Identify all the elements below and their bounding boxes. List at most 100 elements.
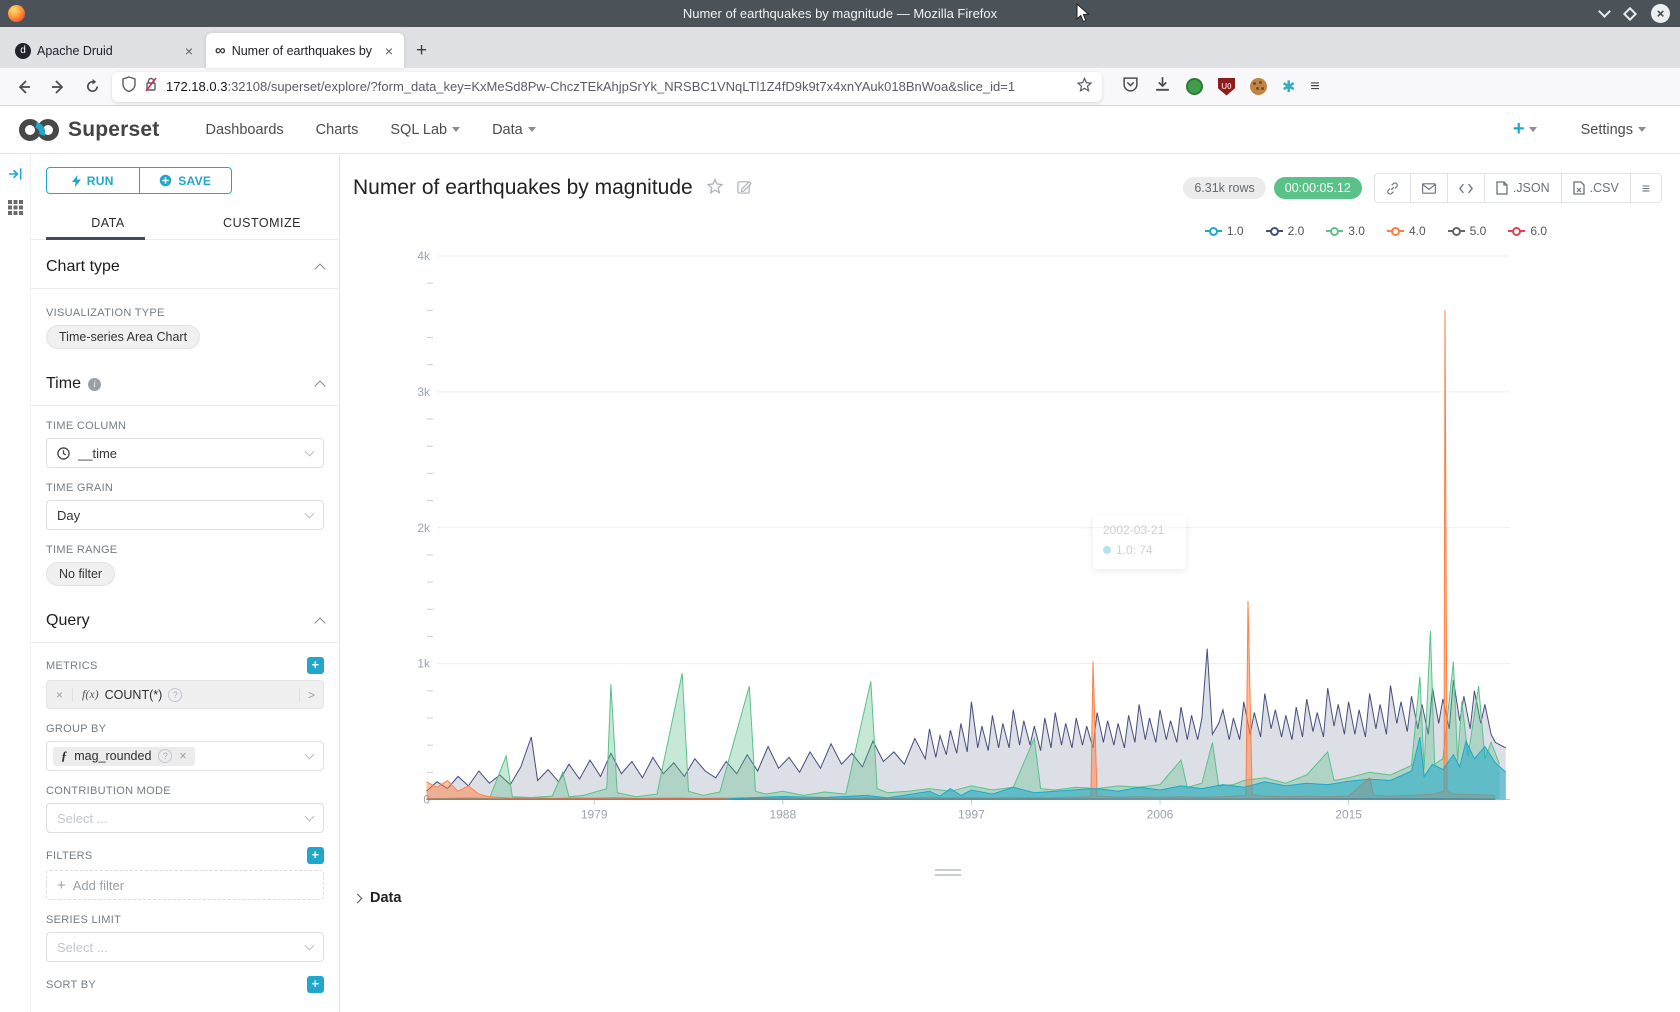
tab-customize[interactable]: CUSTOMIZE [185, 208, 339, 239]
export-csv-button[interactable]: .CSV [1562, 174, 1631, 202]
groupby-pill[interactable]: ƒ mag_rounded ? × [53, 747, 195, 766]
tab-close-icon[interactable]: × [183, 43, 195, 59]
viz-type-label: VISUALIZATION TYPE [46, 307, 324, 319]
maximize-icon[interactable] [1623, 6, 1637, 20]
svg-text:1k: 1k [417, 657, 431, 671]
nav-charts[interactable]: Charts [316, 122, 359, 138]
query-timer-badge: 00:00:05.12 [1274, 177, 1362, 199]
metric-value: COUNT(*) [105, 688, 163, 702]
expand-metric-icon[interactable]: > [299, 688, 323, 702]
chevron-right-icon [353, 893, 363, 903]
new-tab-button[interactable]: + [406, 40, 437, 68]
legend-marker-icon [1326, 227, 1343, 236]
add-filter-button[interactable]: + [307, 847, 324, 864]
section-time[interactable]: Time i [46, 349, 324, 405]
pocket-icon[interactable] [1122, 76, 1139, 98]
panel-resize-handle[interactable] [935, 866, 961, 879]
favorite-star-icon[interactable] [707, 178, 723, 198]
url-text[interactable]: 172.18.0.3:32108/superset/explore/?form_… [166, 79, 1069, 94]
tooltip-series-dot [1103, 546, 1111, 554]
data-panel-toggle[interactable]: Data [354, 890, 401, 906]
dataset-grid-icon[interactable] [8, 200, 23, 220]
ghostery-extension-icon[interactable] [1186, 78, 1203, 95]
chart-menu-button[interactable]: ≡ [1631, 174, 1661, 202]
cookie-extension-icon[interactable] [1250, 78, 1267, 95]
groupby-select[interactable]: ƒ mag_rounded ? × [46, 741, 324, 771]
window-title: Numer of earthquakes by magnitude — Mozi… [0, 6, 1680, 21]
time-column-select[interactable]: __time [46, 438, 324, 468]
save-label: SAVE [178, 174, 211, 188]
time-range-pill[interactable]: No filter [46, 562, 115, 586]
time-grain-select[interactable]: Day [46, 500, 324, 530]
svg-text:1979: 1979 [581, 808, 608, 822]
caret-down-icon [528, 127, 536, 132]
minimize-icon[interactable] [1598, 5, 1611, 18]
edit-pencil-icon[interactable] [737, 179, 752, 198]
legend-item[interactable]: 6.0 [1508, 224, 1547, 238]
ublock-extension-icon[interactable]: U0 [1218, 78, 1235, 96]
clock-icon [57, 447, 70, 460]
close-icon[interactable]: × [1651, 4, 1670, 23]
legend-marker-icon [1266, 227, 1283, 236]
caret-down-icon [452, 127, 460, 132]
back-button[interactable] [10, 73, 38, 101]
contribution-mode-select[interactable]: Select ... [46, 803, 324, 833]
bookmark-star-icon[interactable] [1077, 77, 1092, 97]
legend-item[interactable]: 4.0 [1387, 224, 1426, 238]
help-icon[interactable]: ? [158, 749, 172, 763]
add-metric-button[interactable]: + [307, 657, 324, 674]
expand-panel-icon[interactable] [8, 167, 23, 186]
legend-item[interactable]: 2.0 [1266, 224, 1305, 238]
nav-settings[interactable]: Settings [1581, 122, 1646, 138]
timeseries-area-chart[interactable]: 01k2k3k4k19791988199720062015 [340, 247, 1680, 847]
nav-sqllab[interactable]: SQL Lab [390, 122, 460, 138]
run-button[interactable]: RUN [46, 167, 139, 194]
viz-type-pill[interactable]: Time-series Area Chart [46, 325, 200, 349]
superset-logo[interactable]: Superset [18, 117, 159, 143]
chevron-down-icon [305, 447, 315, 457]
svg-text:2k: 2k [417, 521, 431, 535]
legend-item[interactable]: 3.0 [1326, 224, 1365, 238]
export-json-button[interactable]: .JSON [1485, 174, 1562, 202]
add-filter-dropzone[interactable]: + Add filter [46, 870, 324, 900]
url-bar[interactable]: 172.18.0.3:32108/superset/explore/?form_… [112, 72, 1102, 102]
forward-button[interactable] [44, 73, 72, 101]
chevron-up-icon [314, 263, 325, 274]
metric-count-pill[interactable]: × f(x) COUNT(*) ? > [46, 680, 324, 709]
plus-icon: + [1513, 118, 1525, 141]
copy-link-button[interactable] [1375, 174, 1411, 202]
series-limit-select[interactable]: Select ... [46, 932, 324, 962]
insecure-lock-icon[interactable] [144, 76, 158, 97]
tab-superset-chart[interactable]: ∞ Numer of earthquakes by × [206, 33, 404, 68]
container-extension-icon[interactable]: ✱ [1282, 77, 1295, 97]
tab-apache-druid[interactable]: d Apache Druid × [6, 33, 204, 68]
legend-item[interactable]: 5.0 [1448, 224, 1487, 238]
legend-marker-icon [1508, 227, 1525, 236]
nav-dashboards[interactable]: Dashboards [205, 122, 283, 138]
svg-text:2015: 2015 [1335, 808, 1362, 822]
filters-label: FILTERS+ [46, 847, 324, 864]
embed-code-button[interactable] [1448, 174, 1485, 202]
save-button[interactable]: SAVE [139, 167, 233, 194]
tab-close-icon[interactable]: × [383, 43, 395, 59]
browser-menu-icon[interactable]: ≡ [1310, 84, 1319, 89]
new-item-button[interactable]: + [1513, 118, 1537, 141]
section-chart-type[interactable]: Chart type [46, 240, 324, 288]
file-x-icon [1573, 181, 1585, 195]
superset-infinity-icon [18, 117, 60, 143]
data-panel-label: Data [370, 890, 401, 906]
tracking-shield-icon[interactable] [122, 76, 136, 97]
tab-data[interactable]: DATA [31, 208, 185, 239]
email-button[interactable] [1411, 174, 1448, 202]
legend-item[interactable]: 1.0 [1205, 224, 1244, 238]
section-query[interactable]: Query [46, 586, 324, 642]
help-icon[interactable]: ? [168, 688, 182, 702]
time-column-label: TIME COLUMN [46, 420, 324, 432]
download-icon[interactable] [1154, 76, 1171, 98]
reload-button[interactable] [78, 73, 106, 101]
remove-groupby-icon[interactable]: × [179, 749, 186, 763]
nav-data[interactable]: Data [492, 122, 536, 138]
remove-metric-icon[interactable]: × [47, 688, 73, 702]
add-sort-button[interactable]: + [307, 976, 324, 993]
svg-text:4k: 4k [417, 249, 431, 263]
